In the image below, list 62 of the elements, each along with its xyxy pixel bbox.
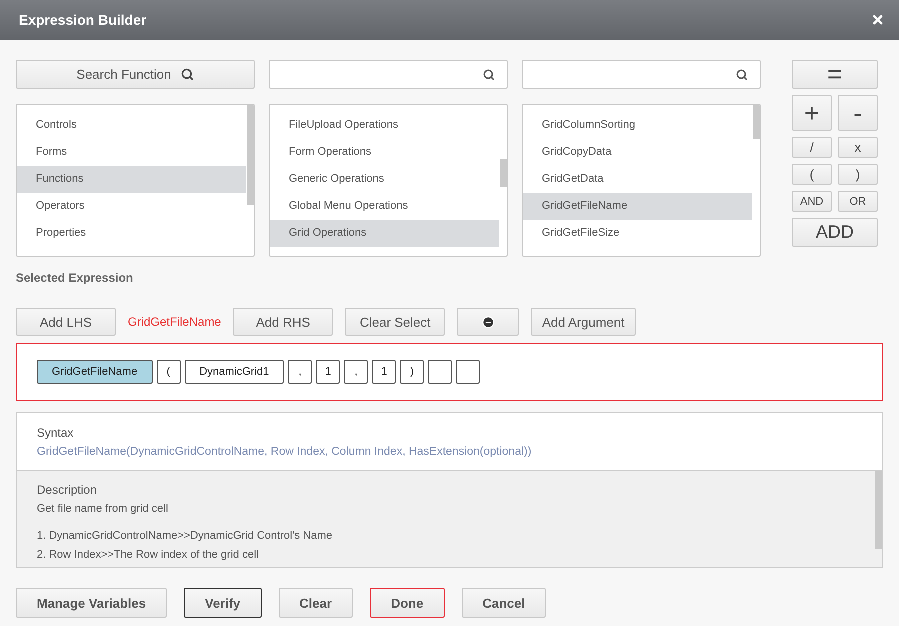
footer-button[interactable]: Cancel (462, 588, 546, 618)
operator-button[interactable]: x (838, 137, 878, 158)
section-heading: Selected Expression (16, 271, 134, 285)
expression-token[interactable]: DynamicGrid1 (184, 360, 284, 384)
list-item[interactable]: Forms (17, 139, 246, 166)
operator-button[interactable]: / (792, 137, 832, 158)
expression-button[interactable]: Add RHS (233, 308, 334, 336)
list-item[interactable]: FileUpload Operations (270, 112, 499, 139)
operator-button[interactable]: ADD (792, 218, 878, 247)
footer-button[interactable]: Done (370, 588, 445, 618)
operator-button[interactable]: OR (838, 191, 878, 212)
search-field[interactable] (522, 60, 761, 89)
search-icon (181, 68, 194, 81)
search-icon (483, 68, 495, 80)
remove-button[interactable] (457, 308, 520, 336)
expression-button[interactable]: Add Argument (531, 308, 636, 336)
syntax-text: GridGetFileName(DynamicGridControlName, Row Index, Column Index, HasExtension(optional)) (37, 446, 533, 458)
expression-token[interactable]: , (344, 360, 368, 384)
expression-token[interactable]: GridGetFileName (37, 360, 153, 384)
empty-token[interactable] (428, 360, 452, 384)
list-item[interactable]: Operators (17, 193, 246, 220)
search-field[interactable] (269, 60, 508, 89)
operator-button[interactable]: ) (838, 164, 878, 185)
current-function-label: GridGetFileName (128, 315, 222, 329)
search-function-button[interactable]: Search Function (16, 60, 255, 89)
operator-button[interactable]: AND (792, 191, 832, 212)
expression-button[interactable]: Add LHS (16, 308, 116, 336)
footer-button[interactable]: Verify (184, 588, 262, 618)
expression-button[interactable]: Clear Select (345, 308, 446, 336)
expression-token[interactable]: , (288, 360, 312, 384)
list-item[interactable]: Generic Operations (270, 166, 499, 193)
expression-token[interactable]: 1 (372, 360, 396, 384)
list-item[interactable]: Grid Operations (270, 220, 499, 247)
footer-button[interactable]: Manage Variables (16, 588, 168, 618)
list-item[interactable]: Properties (17, 220, 246, 247)
list-item[interactable]: Global Menu Operations (270, 193, 499, 220)
list-item[interactable]: GridGetData (523, 166, 752, 193)
expression-token[interactable]: ( (156, 360, 181, 384)
expression-token[interactable]: 1 (316, 360, 340, 384)
description-line: 1. DynamicGridControlName>>DynamicGrid Control's Name (37, 530, 334, 542)
operator-button[interactable]: ( (792, 164, 832, 185)
operator-button[interactable]: - (838, 95, 878, 131)
window-title: Expression Builder (19, 12, 147, 28)
close-icon[interactable] (871, 13, 885, 27)
description-text: Get file name from grid cell (37, 503, 170, 515)
minus-circle-icon (482, 316, 495, 328)
list-item[interactable]: GridCopyData (523, 139, 752, 166)
operator-button[interactable]: + (792, 95, 832, 131)
syntax-heading: Syntax (37, 426, 75, 440)
description-line: 2. Row Index>>The Row index of the grid cell (37, 549, 260, 561)
expression-token[interactable]: ) (400, 360, 424, 384)
list-item[interactable]: GridColumnSorting (523, 112, 752, 139)
operator-button[interactable]: = (792, 60, 878, 89)
footer-button[interactable]: Clear (278, 588, 354, 618)
empty-token[interactable] (456, 360, 480, 384)
list-item[interactable]: Form Operations (270, 139, 499, 166)
search-icon (736, 68, 748, 80)
description-heading: Description (37, 483, 98, 497)
list-item[interactable]: Controls (17, 112, 246, 139)
list-item[interactable]: Functions (17, 166, 246, 193)
list-item[interactable]: GridGetFileName (523, 193, 752, 220)
list-item[interactable]: GridGetFileSize (523, 220, 752, 247)
